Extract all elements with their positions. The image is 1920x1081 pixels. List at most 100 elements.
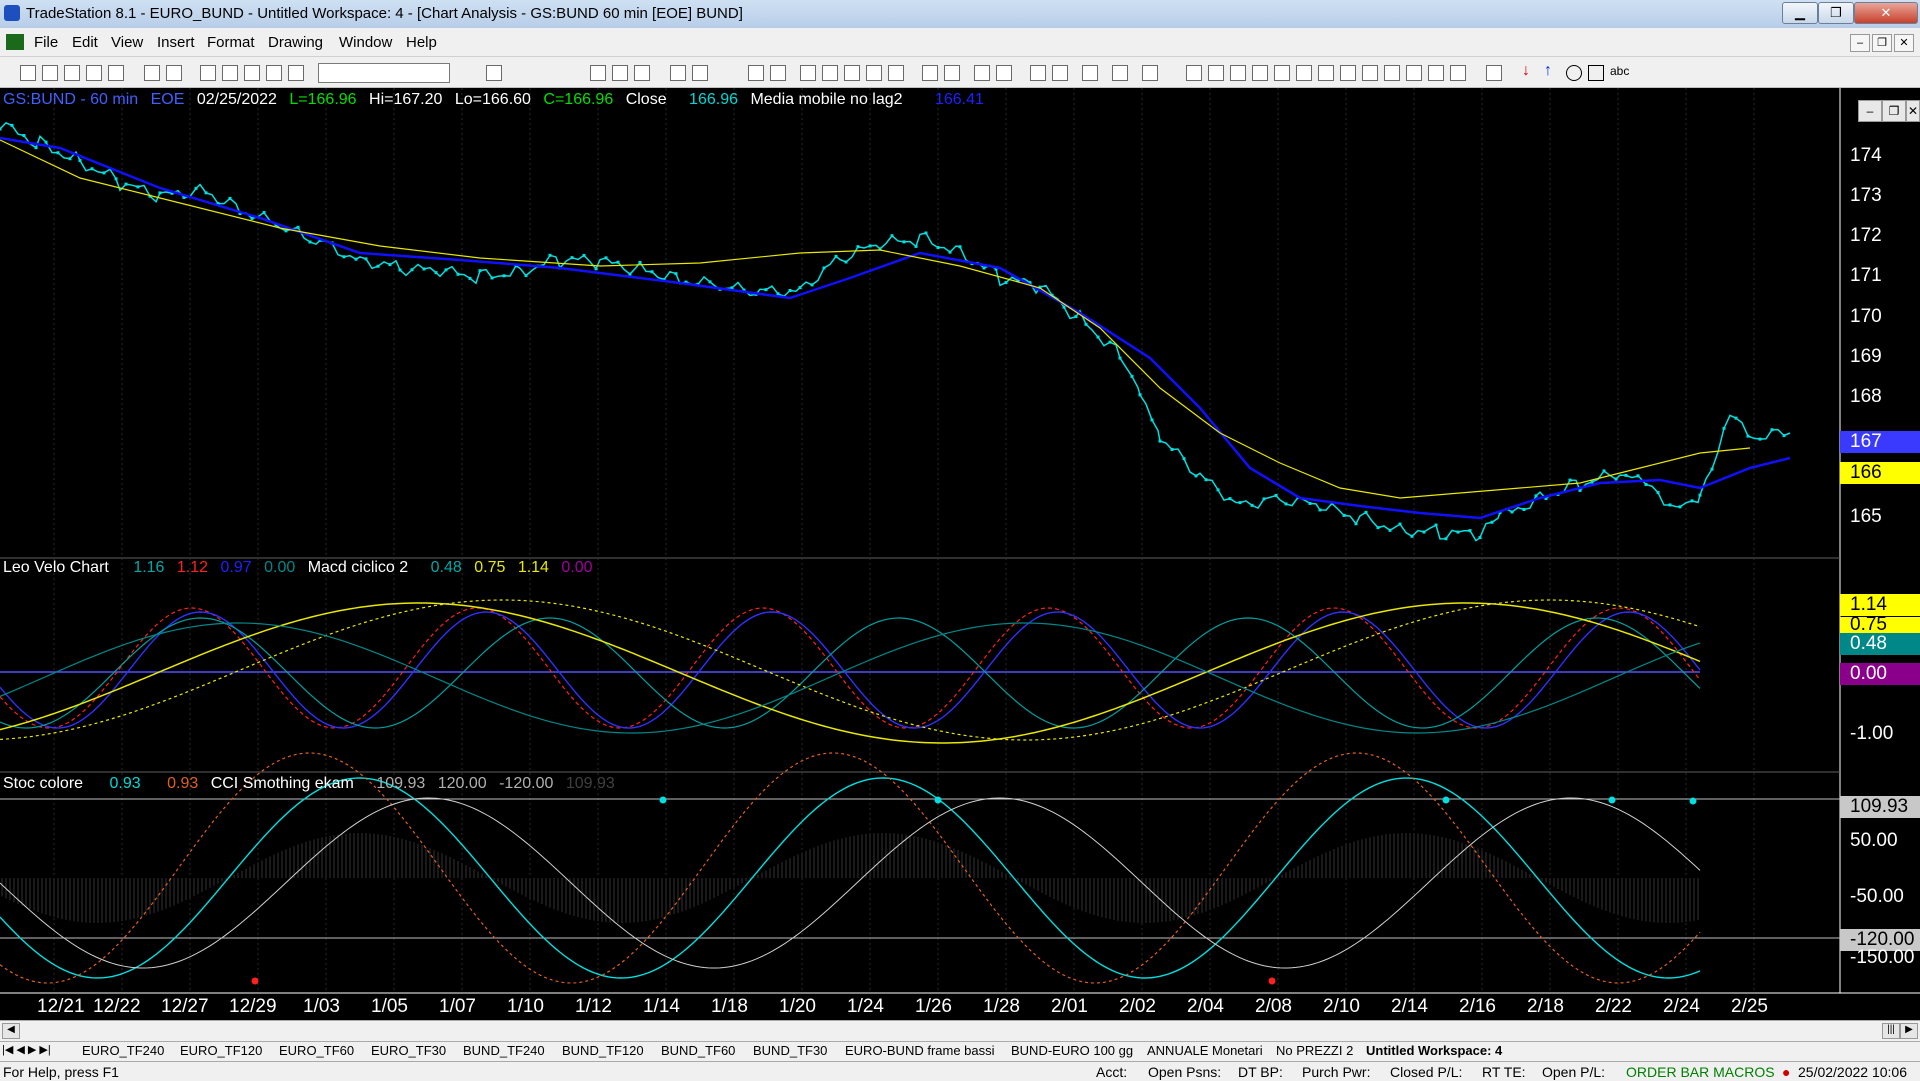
new-workspace-icon[interactable]	[86, 65, 102, 81]
close-button[interactable]: ✕	[1854, 2, 1918, 24]
tab-bund-tf60[interactable]: BUND_TF60	[661, 1043, 735, 1059]
chart-window-icon[interactable]	[6, 34, 24, 50]
menu-window[interactable]: Window	[339, 34, 392, 51]
gann-fan-icon[interactable]	[1384, 65, 1400, 81]
menu-edit[interactable]: Edit	[72, 34, 98, 51]
data-window-icon[interactable]	[748, 65, 764, 81]
tab-euro-tf240[interactable]: EURO_TF240	[82, 1043, 164, 1059]
price-dot	[1204, 478, 1208, 482]
bar-spacing-icon[interactable]	[800, 65, 816, 81]
price-dot	[204, 191, 208, 195]
price-dot	[490, 276, 494, 280]
refresh-icon[interactable]	[770, 65, 786, 81]
print-preview-icon[interactable]	[144, 65, 160, 81]
scroll-left-icon[interactable]: ◀	[2, 1023, 20, 1039]
menu-insert[interactable]: Insert	[157, 34, 195, 51]
price-dot	[902, 240, 906, 244]
tab-nav-icons[interactable]: |◀ ◀ ▶ ▶|	[2, 1043, 51, 1056]
symbol-lookup-icon[interactable]	[866, 65, 882, 81]
menu-format[interactable]: Format	[207, 34, 255, 51]
print-icon[interactable]	[166, 65, 182, 81]
speed-lines-icon[interactable]	[1296, 65, 1312, 81]
pane-close-button[interactable]: ✕	[1906, 100, 1920, 122]
tab-bund-tf240[interactable]: BUND_TF240	[463, 1043, 545, 1059]
order-bar-icon[interactable]	[1112, 65, 1128, 81]
expand-icon[interactable]	[944, 65, 960, 81]
compress-icon[interactable]	[922, 65, 938, 81]
colors-icon[interactable]	[288, 65, 304, 81]
scroll-icon[interactable]	[822, 65, 838, 81]
new-icon[interactable]	[20, 65, 36, 81]
pencil-icon[interactable]	[1450, 65, 1466, 81]
parallel-lines-icon[interactable]	[1428, 65, 1444, 81]
pane-restore-button[interactable]: ❐	[1882, 100, 1906, 122]
arrow-down-icon[interactable]: ↓	[1522, 62, 1530, 80]
open-icon[interactable]	[42, 65, 58, 81]
cycles-icon[interactable]	[1340, 65, 1356, 81]
zoom-out-icon[interactable]	[996, 65, 1012, 81]
indicator-icon[interactable]	[670, 65, 686, 81]
symbol-combo[interactable]	[318, 63, 450, 83]
menu-file[interactable]: File	[34, 34, 58, 51]
mdi-minimize-button[interactable]: –	[1850, 34, 1870, 52]
status-macros[interactable]: ORDER BAR MACROS	[1626, 1064, 1775, 1080]
cascade-icon[interactable]	[200, 65, 216, 81]
tab-euro-bund-frame-bassi[interactable]: EURO-BUND frame bassi	[845, 1043, 995, 1059]
symbol-label: GS:BUND - 60 min	[3, 91, 139, 108]
arc-icon[interactable]	[1406, 65, 1422, 81]
fib-time-icon[interactable]	[1318, 65, 1334, 81]
grid-icon[interactable]	[634, 65, 650, 81]
tile-icon[interactable]	[222, 65, 238, 81]
horizontal-lines-icon[interactable]	[1230, 65, 1246, 81]
zoom-in-icon[interactable]	[974, 65, 990, 81]
ellipse-icon[interactable]	[1566, 65, 1582, 81]
chart-icon[interactable]	[844, 65, 860, 81]
open-workspace-icon[interactable]	[64, 65, 80, 81]
tab-bund-tf30[interactable]: BUND_TF30	[753, 1043, 827, 1059]
arrow-up-icon[interactable]: ↑	[1544, 62, 1552, 80]
fibonacci-fan-icon[interactable]	[1274, 65, 1290, 81]
tab-euro-tf30[interactable]: EURO_TF30	[371, 1043, 446, 1059]
save-icon[interactable]	[108, 65, 124, 81]
tab-bund-euro-100gg[interactable]: BUND-EURO 100 gg	[1011, 1043, 1133, 1059]
scroll-thumb[interactable]: |||	[1882, 1023, 1900, 1039]
pane-minimize-button[interactable]: –	[1858, 100, 1882, 122]
channel-icon[interactable]	[1252, 65, 1268, 81]
format-icon[interactable]	[266, 65, 282, 81]
mdi-close-button[interactable]: ✕	[1894, 34, 1914, 52]
scroll-right-icon[interactable]: ▶	[1900, 1023, 1918, 1039]
trendline-icon[interactable]	[1186, 65, 1202, 81]
tools-icon[interactable]	[1082, 65, 1098, 81]
tab-bund-tf120[interactable]: BUND_TF120	[562, 1043, 644, 1059]
text-icon[interactable]: abc	[1610, 64, 1629, 78]
horizontal-scrollbar[interactable]: ◀ ||| ▶	[0, 1020, 1920, 1041]
tab-no-prezzi-2[interactable]: No PREZZI 2	[1276, 1043, 1353, 1059]
date-label-6: 1/07	[439, 996, 476, 1017]
tab-annuale-monetari[interactable]: ANNUALE Monetari	[1147, 1043, 1263, 1059]
stoc-value-1: 0.93	[109, 775, 141, 792]
crosshair-icon[interactable]	[1052, 65, 1068, 81]
menu-help[interactable]: Help	[406, 34, 437, 51]
curve-icon[interactable]	[1486, 65, 1502, 81]
andrews-pitchfork-icon[interactable]	[1362, 65, 1378, 81]
chart-type-icon[interactable]	[590, 65, 606, 81]
vertical-lines-icon[interactable]	[1208, 65, 1224, 81]
minimize-button[interactable]: ▁	[1782, 2, 1818, 24]
macro-icon[interactable]	[1142, 65, 1158, 81]
tab-euro-tf120[interactable]: EURO_TF120	[180, 1043, 262, 1059]
menu-view[interactable]: View	[111, 34, 143, 51]
zoom-search-icon[interactable]	[486, 65, 502, 81]
bars-icon[interactable]	[888, 65, 904, 81]
bar-chart-icon[interactable]	[612, 65, 628, 81]
lock-icon[interactable]	[244, 65, 260, 81]
price-dot	[1656, 491, 1660, 495]
mdi-restore-button[interactable]: ❐	[1872, 34, 1892, 52]
tab-euro-tf60[interactable]: EURO_TF60	[279, 1043, 354, 1059]
chart-svg[interactable]	[0, 88, 1920, 1020]
rectangle-icon[interactable]	[1588, 65, 1604, 81]
pointer-icon[interactable]	[1030, 65, 1046, 81]
menu-drawing[interactable]: Drawing	[268, 34, 323, 51]
maximize-button[interactable]: ❐	[1818, 2, 1854, 24]
strategy-icon[interactable]	[692, 65, 708, 81]
tab-untitled-workspace-4[interactable]: Untitled Workspace: 4	[1366, 1043, 1502, 1059]
